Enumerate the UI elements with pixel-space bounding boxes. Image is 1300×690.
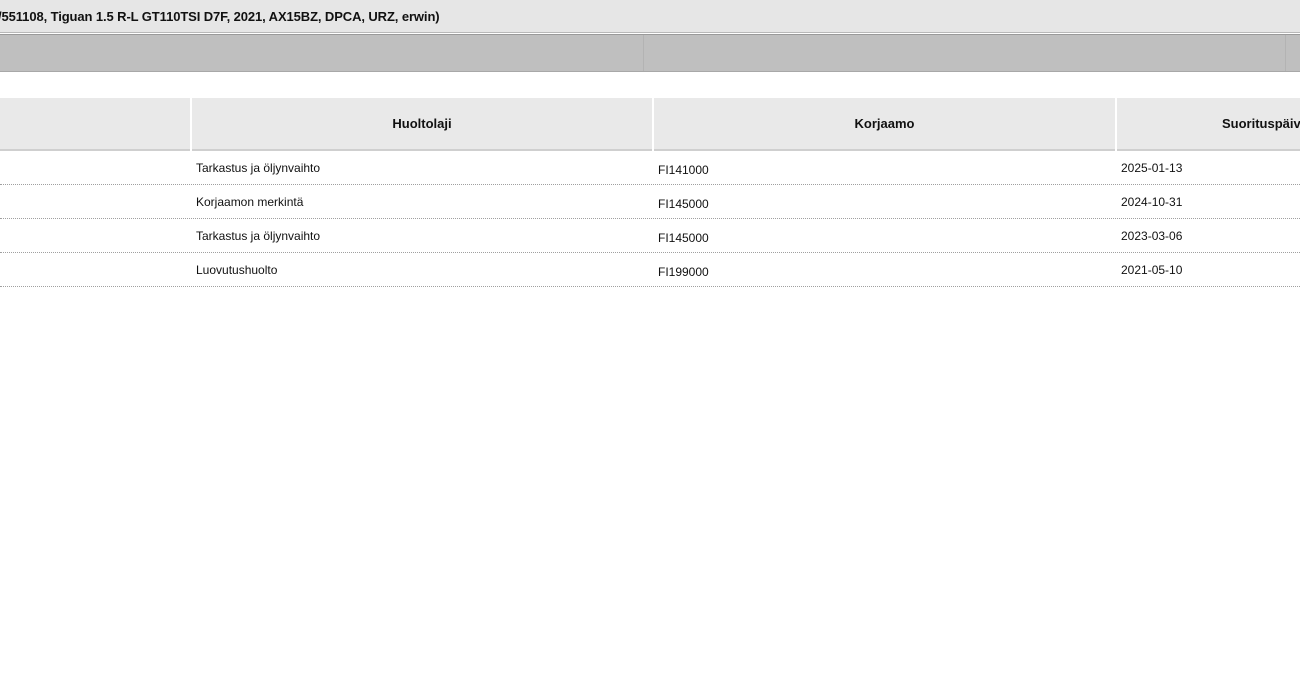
column-header-suorituspaiva[interactable]: Suorituspäiv [1117,98,1300,151]
table-row[interactable]: Korjaamon merkintä FI145000 2024-10-31 [0,185,1300,219]
workshop-cell: FI141000 [658,162,709,177]
column-header-huoltolaji[interactable]: Huoltolaji [192,98,652,151]
table-row[interactable]: Tarkastus ja öljynvaihto FI145000 2023-0… [0,219,1300,253]
workshop-cell: FI199000 [658,264,709,279]
service-type-cell: Luovutushuolto [196,263,278,277]
table-cell [0,185,190,219]
service-type-cell: Tarkastus ja öljynvaihto [196,229,321,243]
date-cell: 2023-03-06 [1121,229,1183,243]
service-type-cell: Tarkastus ja öljynvaihto [196,161,321,175]
window-title: /551108, Tiguan 1.5 R-L GT110TSI D7F, 20… [0,8,440,24]
toolbar-separator [643,35,644,71]
column-header[interactable] [0,98,190,151]
date-cell: 2021-05-10 [1121,263,1183,277]
table-cell [0,219,190,253]
date-cell: 2024-10-31 [1121,195,1183,209]
table-cell [0,151,190,185]
table-header: Huoltolaji Korjaamo Suorituspäiv [0,98,1300,151]
table-row[interactable]: Tarkastus ja öljynvaihto FI141000 2025-0… [0,151,1300,185]
window-title-bar: /551108, Tiguan 1.5 R-L GT110TSI D7F, 20… [0,0,1300,33]
service-history-table: Huoltolaji Korjaamo Suorituspäiv Tarkast… [0,98,1300,287]
date-cell: 2025-01-13 [1121,161,1183,175]
table-cell [0,253,190,287]
toolbar-separator [1285,35,1286,71]
toolbar [0,34,1300,72]
service-type-cell: Korjaamon merkintä [196,195,304,209]
table-row[interactable]: Luovutushuolto FI199000 2021-05-10 [0,253,1300,287]
workshop-cell: FI145000 [658,196,709,211]
workshop-cell: FI145000 [658,230,709,245]
column-header-korjaamo[interactable]: Korjaamo [654,98,1115,151]
